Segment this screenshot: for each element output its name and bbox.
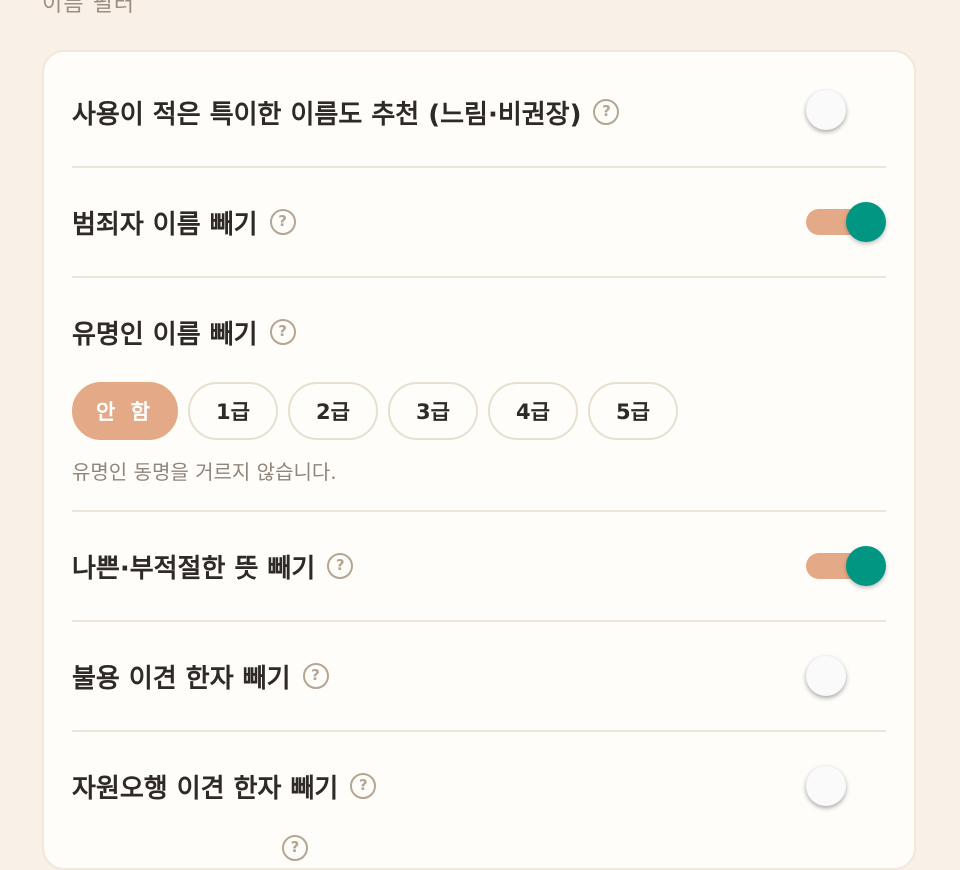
filter-row-criminal-names: 범죄자 이름 빼기 ? (72, 168, 886, 278)
filter-label: 나쁜·부적절한 뜻 빼기 (72, 553, 316, 584)
help-icon[interactable]: ? (282, 835, 308, 861)
help-icon[interactable]: ? (269, 319, 296, 345)
grade-option-2[interactable]: 2급 (288, 382, 378, 440)
filter-card: 사용이 적은 특이한 이름도 추천 (느림·비권장) ? 범죄자 이름 빼기 ?… (42, 50, 916, 870)
toggle-knob (846, 202, 886, 242)
grade-option-5[interactable]: 5급 (588, 382, 678, 440)
help-icon[interactable]: ? (593, 99, 620, 125)
filter-label: 유명인 이름 빼기 (72, 319, 258, 350)
filter-row-unused-hanja: 불용 이견 한자 빼기 ? (72, 622, 886, 732)
toggle-knob (806, 90, 846, 130)
unusual-names-toggle[interactable] (806, 90, 886, 130)
unused-hanja-toggle[interactable] (806, 656, 886, 696)
filter-label: 불용 이견 한자 빼기 (72, 663, 291, 694)
filter-row-element-hanja: 자원오행 이견 한자 빼기 ? (72, 732, 886, 842)
filter-label: 자원오행 이견 한자 빼기 (72, 773, 339, 804)
element-hanja-toggle[interactable] (806, 766, 886, 806)
filter-label: 사용이 적은 특이한 이름도 추천 (느림·비권장) (72, 99, 582, 130)
grade-option-none[interactable]: 안 함 (72, 382, 178, 440)
filter-label: 범죄자 이름 빼기 (72, 209, 258, 240)
grade-option-3[interactable]: 3급 (388, 382, 478, 440)
grade-option-1[interactable]: 1급 (188, 382, 278, 440)
section-title: 이름 필터 (42, 0, 135, 17)
help-icon[interactable]: ? (302, 663, 329, 689)
celebrity-filter-hint: 유명인 동명을 거르지 않습니다. (72, 460, 337, 484)
help-icon[interactable]: ? (327, 553, 354, 579)
filter-row-celebrity-names: 유명인 이름 빼기 ? 안 함 1급 2급 3급 4급 5급 유명인 동명을 거… (72, 278, 886, 512)
celebrity-grade-selector: 안 함 1급 2급 3급 4급 5급 (72, 382, 678, 440)
filter-row-bad-meaning: 나쁜·부적절한 뜻 빼기 ? (72, 512, 886, 622)
criminal-names-toggle[interactable] (806, 202, 886, 242)
filter-row-unusual-names: 사용이 적은 특이한 이름도 추천 (느림·비권장) ? (72, 52, 886, 168)
toggle-knob (806, 766, 846, 806)
toggle-knob (846, 546, 886, 586)
help-icon[interactable]: ? (350, 773, 377, 799)
grade-option-4[interactable]: 4급 (488, 382, 578, 440)
bad-meaning-toggle[interactable] (806, 546, 886, 586)
toggle-knob (806, 656, 846, 696)
help-icon[interactable]: ? (269, 209, 296, 235)
